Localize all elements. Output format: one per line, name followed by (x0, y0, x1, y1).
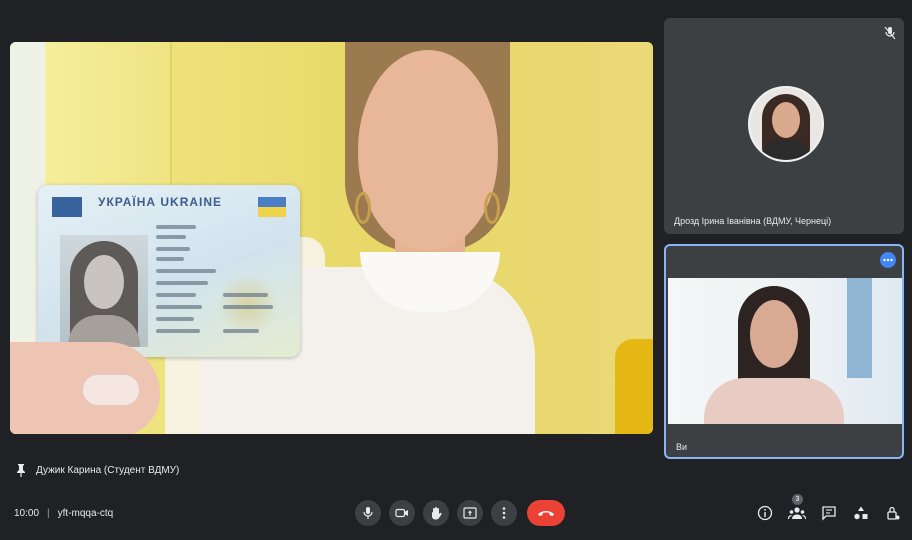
more-options-button[interactable] (880, 252, 896, 268)
id-photo-face (84, 255, 124, 309)
more-horizontal-icon (883, 258, 893, 262)
eu-flag-icon (52, 197, 82, 217)
main-participant-name: Дужик Карина (Студент ВДМУ) (36, 464, 180, 476)
main-video-tile[interactable]: УКРАЇНА UKRAINE (10, 42, 653, 434)
separator: | (47, 508, 50, 519)
end-call-icon (538, 511, 554, 516)
raise-hand-icon (432, 507, 442, 520)
microphone-off-icon (884, 26, 896, 40)
ua-flag-icon (258, 197, 286, 217)
host-controls-button[interactable] (884, 504, 902, 522)
main-participant-label: Дужик Карина (Студент ВДМУ) (16, 463, 179, 477)
id-text-line (156, 305, 202, 309)
more-options-button[interactable] (491, 500, 517, 526)
id-text-line (156, 257, 184, 261)
avatar-face (772, 102, 800, 138)
activities-button[interactable] (852, 504, 870, 522)
participants-count-badge: 3 (792, 494, 803, 505)
bottom-toolbar: 10:00 | yft-mqqa-ctq 3 (0, 492, 912, 540)
background-window (847, 278, 872, 378)
people-icon (788, 507, 806, 520)
camera-icon (395, 508, 408, 518)
present-icon (463, 507, 477, 519)
present-button[interactable] (457, 500, 483, 526)
meeting-details-button[interactable] (756, 504, 774, 522)
info-icon (757, 505, 773, 521)
id-text-line (156, 235, 186, 239)
end-call-button[interactable] (527, 500, 565, 526)
call-controls (355, 500, 565, 526)
participant-face (750, 300, 798, 368)
microphone-icon (363, 507, 373, 519)
more-options-icon (502, 507, 506, 519)
avatar-body (760, 140, 812, 160)
id-text-line (223, 293, 268, 297)
host-controls-icon (887, 506, 900, 520)
meeting-code: yft-mqqa-ctq (57, 508, 114, 519)
pin-icon (17, 464, 25, 477)
id-text-line (156, 247, 190, 251)
self-video (668, 278, 902, 424)
participant-fingernail (82, 374, 140, 406)
earring (355, 192, 371, 224)
participant-tile-self[interactable]: Ви (664, 244, 904, 459)
id-text-line (156, 329, 200, 333)
participant-tile-1[interactable]: Дрозд Ірина Іванівна (ВДМУ, Чернеці) (664, 18, 904, 234)
camera-button[interactable] (389, 500, 415, 526)
participant-name: Дрозд Ірина Іванівна (ВДМУ, Чернеці) (674, 216, 832, 226)
people-button[interactable]: 3 (788, 494, 806, 522)
chat-icon (822, 506, 836, 521)
right-toolbar: 3 (756, 494, 902, 522)
chat-button[interactable] (820, 504, 838, 522)
activities-icon (854, 506, 868, 520)
id-text-line (156, 225, 196, 229)
id-text-line (223, 329, 259, 333)
id-card: УКРАЇНА UKRAINE (38, 185, 300, 357)
earring (484, 192, 500, 224)
raise-hand-button[interactable] (423, 500, 449, 526)
id-card-photo (60, 235, 148, 347)
meeting-time: 10:00 (14, 508, 40, 519)
id-card-title: УКРАЇНА UKRAINE (98, 195, 223, 209)
participant-face (358, 50, 498, 250)
avatar (748, 86, 824, 162)
meeting-info: 10:00 | yft-mqqa-ctq (14, 508, 113, 519)
microphone-button[interactable] (355, 500, 381, 526)
id-text-line (156, 281, 208, 285)
yellow-chair (615, 339, 653, 434)
participant-name: Ви (676, 442, 688, 452)
id-text-line (223, 305, 273, 309)
participant-body (704, 378, 844, 424)
id-text-line (156, 317, 194, 321)
id-text-line (156, 293, 196, 297)
id-text-line (156, 269, 216, 273)
